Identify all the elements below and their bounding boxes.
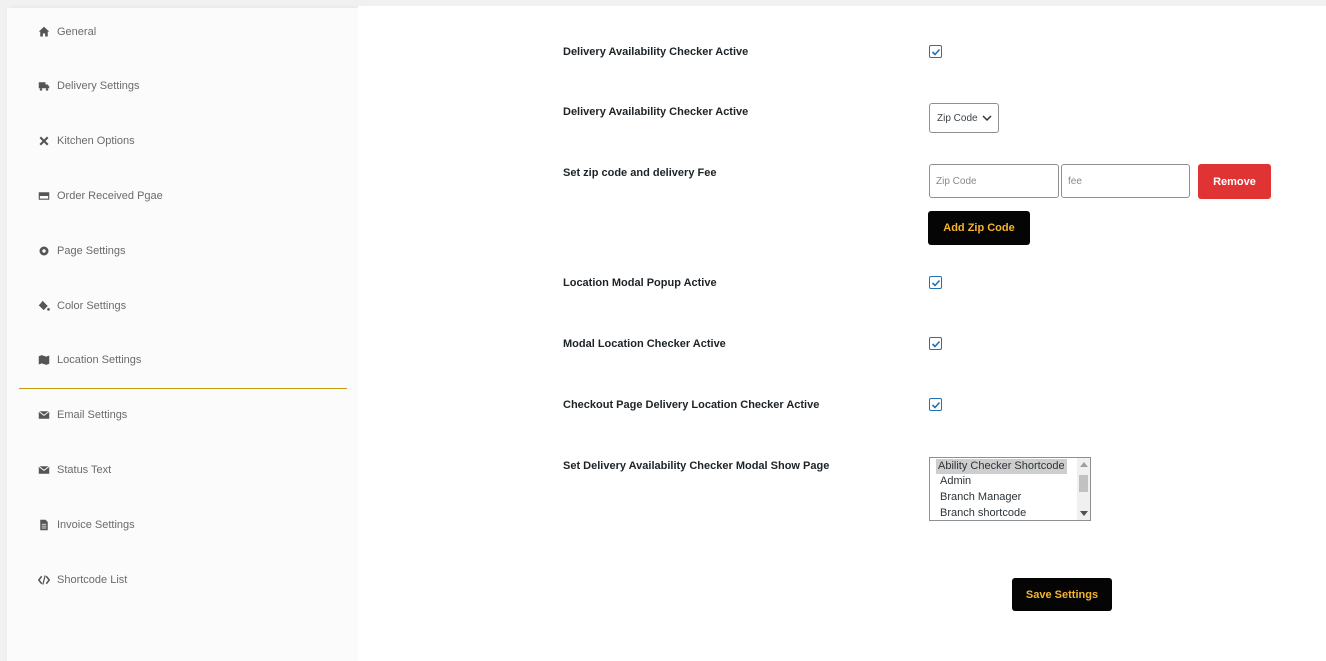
sidebar-item-shortcode-list[interactable]: Shortcode List bbox=[37, 570, 127, 590]
modal-location-checker-checkbox[interactable] bbox=[929, 337, 942, 350]
checkmark-icon bbox=[931, 340, 940, 348]
sidebar-item-order-received-page[interactable]: Order Received Pgae bbox=[37, 186, 163, 206]
checkout-location-checker-label: Checkout Page Delivery Location Checker … bbox=[563, 399, 820, 411]
envelope-icon bbox=[37, 463, 51, 477]
remove-zip-button[interactable]: Remove bbox=[1198, 164, 1271, 199]
code-icon bbox=[37, 573, 51, 587]
listbox-option[interactable]: Ability Checker Shortcode bbox=[936, 459, 1067, 474]
map-icon bbox=[37, 353, 51, 367]
modal-show-page-multiselect[interactable]: Ability Checker Shortcode Admin Branch M… bbox=[929, 457, 1091, 521]
sidebar-item-general[interactable]: General bbox=[37, 22, 96, 42]
sidebar-item-label: Shortcode List bbox=[57, 574, 128, 586]
sidebar-item-location-settings[interactable]: Location Settings bbox=[37, 350, 141, 370]
sidebar-item-label: General bbox=[57, 26, 97, 38]
checkmark-icon bbox=[931, 279, 940, 287]
save-settings-button[interactable]: Save Settings bbox=[1012, 578, 1112, 611]
truck-icon bbox=[37, 79, 51, 93]
delivery-checker-type-select[interactable]: Zip Code bbox=[929, 103, 999, 133]
envelope-icon bbox=[37, 408, 51, 422]
sidebar-item-color-settings[interactable]: Color Settings bbox=[37, 296, 126, 316]
paint-bucket-icon bbox=[37, 299, 51, 313]
listbox-option[interactable]: Branch Manager bbox=[938, 490, 1023, 505]
sidebar-item-page-settings[interactable]: Page Settings bbox=[37, 241, 126, 261]
credit-card-icon bbox=[37, 189, 51, 203]
sidebar-item-invoice-settings[interactable]: Invoice Settings bbox=[37, 515, 135, 535]
sidebar-item-delivery-settings[interactable]: Delivery Settings bbox=[37, 76, 140, 96]
sidebar-item-email-settings[interactable]: Email Settings bbox=[37, 405, 127, 425]
listbox-option[interactable]: Admin bbox=[938, 474, 973, 489]
sidebar-item-label: Invoice Settings bbox=[57, 519, 135, 531]
home-icon bbox=[37, 25, 51, 39]
sidebar-item-label: Status Text bbox=[57, 464, 112, 476]
settings-sidebar: General Delivery Settings Kitchen Option… bbox=[7, 8, 358, 661]
sidebar-item-label: Delivery Settings bbox=[57, 80, 140, 92]
file-icon bbox=[37, 518, 51, 532]
listbox-scrollbar[interactable] bbox=[1077, 458, 1090, 520]
listbox-option[interactable]: Branch shortcode bbox=[938, 506, 1028, 520]
scroll-up-arrow-icon[interactable] bbox=[1080, 462, 1088, 467]
select-value: Zip Code bbox=[937, 112, 978, 124]
location-modal-popup-label: Location Modal Popup Active bbox=[563, 277, 717, 289]
settings-form: Delivery Availability Checker Active Del… bbox=[358, 6, 1326, 661]
zip-code-input[interactable] bbox=[929, 164, 1059, 198]
checkout-location-checker-checkbox[interactable] bbox=[929, 398, 942, 411]
zip-fee-label: Set zip code and delivery Fee bbox=[563, 167, 717, 179]
delivery-checker-active-label: Delivery Availability Checker Active bbox=[563, 46, 749, 58]
sidebar-item-label: Order Received Pgae bbox=[57, 190, 163, 202]
modal-show-page-label: Set Delivery Availability Checker Modal … bbox=[563, 460, 830, 472]
gear-icon bbox=[37, 244, 51, 258]
checkmark-icon bbox=[931, 401, 940, 409]
sidebar-item-label: Location Settings bbox=[57, 354, 142, 366]
sidebar-item-label: Email Settings bbox=[57, 409, 128, 421]
scrollbar-thumb[interactable] bbox=[1079, 475, 1088, 492]
checkmark-icon bbox=[931, 48, 940, 56]
sidebar-item-label: Color Settings bbox=[57, 300, 127, 312]
sidebar-item-status-text[interactable]: Status Text bbox=[37, 460, 111, 480]
delivery-checker-type-label: Delivery Availability Checker Active bbox=[563, 106, 749, 118]
sidebar-item-label: Kitchen Options bbox=[57, 135, 135, 147]
scroll-down-arrow-icon[interactable] bbox=[1080, 511, 1088, 516]
add-zip-code-button[interactable]: Add Zip Code bbox=[928, 211, 1030, 245]
active-section-underline bbox=[19, 388, 347, 389]
location-modal-popup-checkbox[interactable] bbox=[929, 276, 942, 289]
delivery-checker-active-checkbox[interactable] bbox=[929, 45, 942, 58]
sidebar-item-label: Page Settings bbox=[57, 245, 126, 257]
sidebar-item-kitchen-options[interactable]: Kitchen Options bbox=[37, 131, 135, 151]
fee-input[interactable] bbox=[1061, 164, 1190, 198]
modal-location-checker-label: Modal Location Checker Active bbox=[563, 338, 726, 350]
tools-icon bbox=[37, 134, 51, 148]
chevron-down-icon bbox=[982, 115, 992, 122]
